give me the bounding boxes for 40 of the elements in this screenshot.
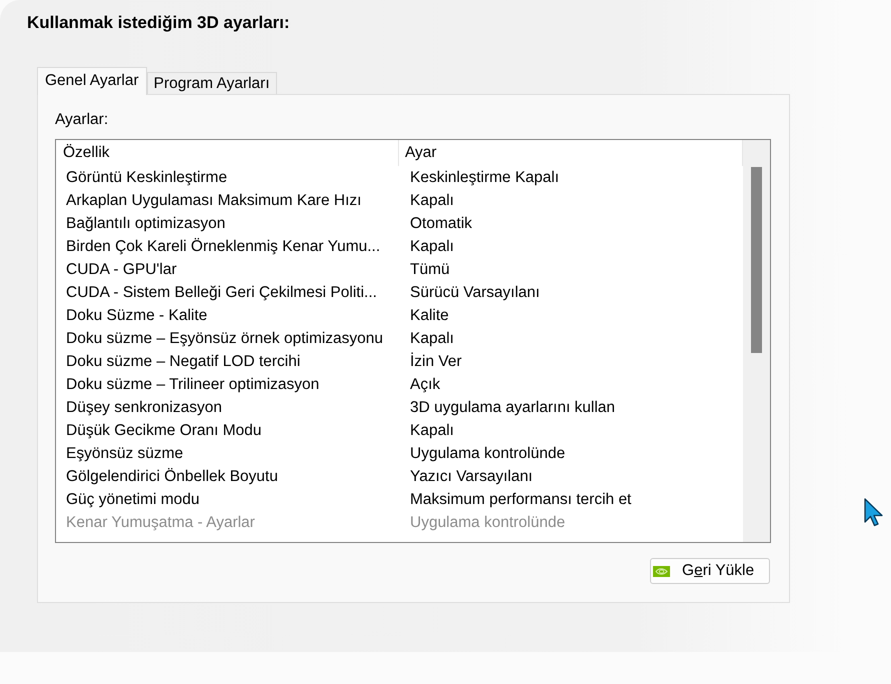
setting-value[interactable]: Açık bbox=[399, 373, 743, 396]
field-label: Ayarlar: bbox=[55, 111, 108, 129]
property-name[interactable]: CUDA - Sistem Belleği Geri Çekilmesi Politi... bbox=[56, 281, 399, 304]
pointer-icon bbox=[864, 498, 884, 527]
property-name[interactable]: Gölgelendirici Önbellek Boyutu bbox=[56, 465, 399, 488]
column-header[interactable]: Özellik bbox=[56, 140, 399, 166]
setting-value[interactable]: Uygulama kontrolünde bbox=[399, 442, 743, 465]
property-name[interactable]: Doku Süzme - Kalite bbox=[56, 304, 399, 327]
property-name[interactable]: Doku süzme – Eşyönsüz örnek optimizasyonu bbox=[56, 327, 399, 350]
setting-value[interactable]: Tümü bbox=[399, 258, 743, 281]
property-name[interactable]: Doku süzme – Trilineer optimizasyon bbox=[56, 373, 399, 396]
property-name[interactable]: Eşyönsüz süzme bbox=[56, 442, 399, 465]
property-name[interactable]: Düşey senkronizasyon bbox=[56, 396, 399, 419]
property-name[interactable]: Doku süzme – Negatif LOD tercihi bbox=[56, 350, 399, 373]
setting-value[interactable]: Kapalı bbox=[399, 189, 743, 212]
property-name[interactable]: Birden Çok Kareli Örneklenmiş Kenar Yumu... bbox=[56, 235, 399, 258]
logo-icon bbox=[653, 566, 670, 576]
restore-button[interactable]: Geri Yükle bbox=[650, 558, 770, 584]
setting-value[interactable]: Keskinleştirme Kapalı bbox=[399, 166, 743, 189]
setting-value[interactable]: 3D uygulama ayarlarını kullan bbox=[399, 396, 743, 419]
property-name[interactable]: Güç yönetimi modu bbox=[56, 488, 399, 511]
tab[interactable]: Genel Ayarlar bbox=[37, 67, 147, 95]
setting-value[interactable]: Kalite bbox=[399, 304, 743, 327]
scrollbar-track[interactable] bbox=[743, 140, 770, 542]
property-name[interactable]: Görüntü Keskinleştirme bbox=[56, 166, 399, 189]
scrollbar-thumb[interactable] bbox=[751, 167, 762, 353]
property-name[interactable]: Bağlantılı optimizasyon bbox=[56, 212, 399, 235]
setting-value[interactable]: Sürücü Varsayılanı bbox=[399, 281, 743, 304]
setting-value[interactable]: Maksimum performansı tercih et bbox=[399, 488, 743, 511]
setting-value[interactable]: Yazıcı Varsayılanı bbox=[399, 465, 743, 488]
setting-value[interactable]: Kapalı bbox=[399, 419, 743, 442]
property-name[interactable]: Düşük Gecikme Oranı Modu bbox=[56, 419, 399, 442]
section-heading: Kullanmak istediğim 3D ayarları: bbox=[27, 13, 290, 32]
property-name[interactable]: CUDA - GPU'lar bbox=[56, 258, 399, 281]
property-name[interactable]: Arkaplan Uygulaması Maksimum Kare Hızı bbox=[56, 189, 399, 212]
setting-value[interactable]: Otomatik bbox=[399, 212, 743, 235]
setting-value[interactable]: İzin Ver bbox=[399, 350, 743, 373]
setting-value[interactable]: Kapalı bbox=[399, 327, 743, 350]
setting-value[interactable]: Kapalı bbox=[399, 235, 743, 258]
tab[interactable]: Program Ayarları bbox=[146, 72, 277, 94]
